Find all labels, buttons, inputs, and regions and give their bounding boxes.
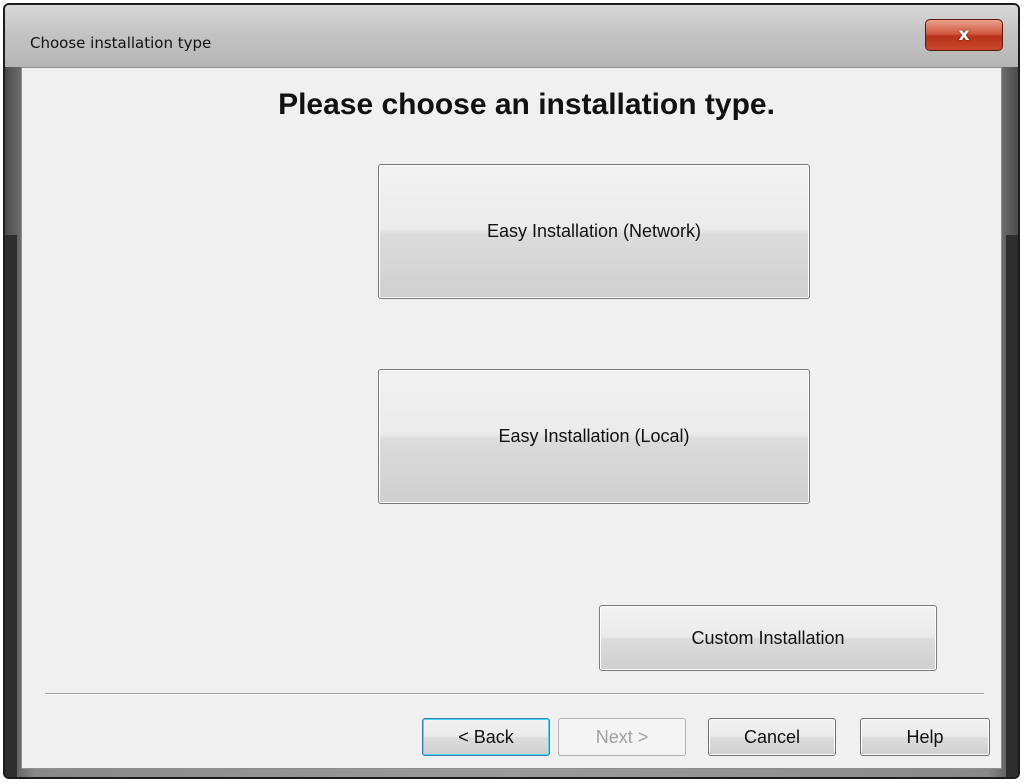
easy-installation-network-label: Easy Installation (Network) <box>486 221 702 241</box>
custom-installation-label: Custom Installation <box>691 627 845 648</box>
footer-divider <box>45 693 984 695</box>
dialog-content: Please choose an installation type. Easy… <box>21 67 1002 769</box>
easy-installation-local-button[interactable]: Easy Installation (Local) <box>378 369 810 504</box>
easy-installation-network-button[interactable]: Easy Installation (Network) <box>378 164 810 299</box>
next-button[interactable]: Next > <box>558 718 686 756</box>
page-title: Please choose an installation type. <box>278 88 775 121</box>
installer-window: Choose installation type x Please choose… <box>3 3 1020 779</box>
help-button[interactable]: Help <box>860 718 990 756</box>
help-button-label: Help <box>906 726 944 747</box>
cancel-button[interactable]: Cancel <box>708 718 836 756</box>
custom-installation-button[interactable]: Custom Installation <box>599 605 937 671</box>
back-button-label: < Back <box>458 726 514 747</box>
cancel-button-label: Cancel <box>743 726 801 747</box>
back-button[interactable]: < Back <box>422 718 550 756</box>
easy-installation-local-label: Easy Installation (Local) <box>498 426 690 446</box>
window-frame-right <box>1006 235 1018 777</box>
close-button[interactable]: x <box>925 19 1003 51</box>
window-title: Choose installation type <box>30 34 212 52</box>
next-button-label: Next > <box>595 726 649 747</box>
close-icon: x <box>958 25 970 45</box>
window-frame-left <box>5 235 17 777</box>
